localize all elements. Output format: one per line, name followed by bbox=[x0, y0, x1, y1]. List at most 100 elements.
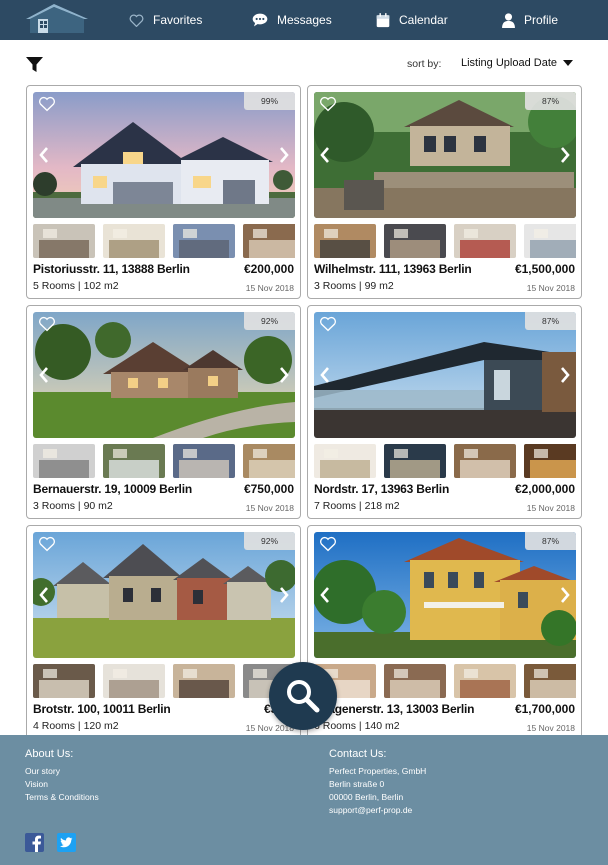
listing-thumbnail[interactable] bbox=[524, 444, 576, 478]
listing-thumbnail[interactable] bbox=[384, 444, 446, 478]
chevron-right-icon[interactable] bbox=[278, 586, 290, 604]
listing-address: Nordstr. 17, 13963 Berlin bbox=[314, 482, 450, 496]
listing-address: nhagenerstr. 13, 13003 Berlin bbox=[314, 702, 475, 716]
nav-calendar[interactable]: Calendar bbox=[376, 0, 448, 40]
listing-thumbnail[interactable] bbox=[173, 444, 235, 478]
caret-down-icon bbox=[563, 60, 574, 66]
listing-card[interactable]: 87% Nordstr. 17, 13963 Berlin €2,000,000… bbox=[307, 305, 582, 519]
nav-favorites[interactable]: Favorites bbox=[129, 0, 202, 40]
listing-thumbnail[interactable] bbox=[314, 444, 376, 478]
nav-messages-label: Messages bbox=[277, 13, 332, 27]
heart-icon[interactable] bbox=[319, 316, 337, 332]
listing-card[interactable]: 87% nhagenerstr. 13, 13003 Berlin €1,700… bbox=[307, 525, 582, 739]
footer: About Us: Our story Vision Terms & Condi… bbox=[0, 735, 608, 865]
about-title: About Us: bbox=[25, 748, 74, 760]
listing-thumbnail[interactable] bbox=[103, 444, 165, 478]
listing-thumbnail[interactable] bbox=[103, 664, 165, 698]
listing-price: €750,000 bbox=[243, 482, 294, 496]
thumbnail-strip bbox=[314, 224, 576, 258]
contact-email[interactable]: support@perf-prop.de bbox=[329, 804, 412, 817]
listing-thumbnail[interactable] bbox=[524, 224, 576, 258]
heart-icon[interactable] bbox=[38, 536, 56, 552]
listing-card[interactable]: 92% Bernauerstr. 19, 10009 Berlin €750,0… bbox=[26, 305, 301, 519]
listing-price: €2,000,000 bbox=[514, 482, 575, 496]
chevron-left-icon[interactable] bbox=[38, 146, 50, 164]
listing-thumbnail[interactable] bbox=[33, 444, 95, 478]
contact-title: Contact Us: bbox=[329, 748, 387, 760]
contact-city: 00000 Berlin, Berlin bbox=[329, 792, 404, 802]
nav-profile-label: Profile bbox=[524, 13, 559, 27]
chevron-left-icon[interactable] bbox=[38, 366, 50, 384]
chevron-left-icon[interactable] bbox=[319, 586, 331, 604]
person-icon bbox=[502, 12, 515, 28]
sort-label: sort by: bbox=[407, 58, 442, 70]
match-score-badge: 92% bbox=[244, 532, 295, 550]
heart-icon[interactable] bbox=[38, 316, 56, 332]
thumbnail-strip bbox=[314, 444, 576, 478]
listing-card[interactable]: 92% Brotstr. 100, 10011 Berlin €320, 4 R… bbox=[26, 525, 301, 739]
listing-thumbnail[interactable] bbox=[173, 664, 235, 698]
chevron-right-icon[interactable] bbox=[278, 146, 290, 164]
heart-icon[interactable] bbox=[319, 96, 337, 112]
chevron-right-icon[interactable] bbox=[559, 146, 571, 164]
listing-thumbnail[interactable] bbox=[524, 664, 576, 698]
thumbnail-strip bbox=[33, 224, 295, 258]
listing-thumbnail[interactable] bbox=[243, 444, 295, 478]
listing-thumbnail[interactable] bbox=[314, 224, 376, 258]
heart-icon[interactable] bbox=[319, 536, 337, 552]
match-score-badge: 87% bbox=[525, 312, 576, 330]
chevron-left-icon[interactable] bbox=[38, 586, 50, 604]
about-link-vision[interactable]: Vision bbox=[25, 778, 48, 791]
chevron-right-icon[interactable] bbox=[278, 366, 290, 384]
listing-thumbnail[interactable] bbox=[454, 224, 516, 258]
nav-profile[interactable]: Profile bbox=[502, 0, 558, 40]
listing-address: Bernauerstr. 19, 10009 Berlin bbox=[33, 482, 192, 496]
listing-thumbnail[interactable] bbox=[103, 224, 165, 258]
twitter-icon[interactable] bbox=[57, 833, 76, 852]
listing-photo[interactable]: 87% bbox=[314, 532, 576, 658]
listing-photo[interactable]: 87% bbox=[314, 92, 576, 218]
listing-date: 15 Nov 2018 bbox=[526, 503, 575, 513]
listing-thumbnail[interactable] bbox=[33, 664, 95, 698]
listing-thumbnail[interactable] bbox=[454, 664, 516, 698]
heart-icon bbox=[129, 14, 144, 27]
chevron-right-icon[interactable] bbox=[559, 366, 571, 384]
nav-calendar-label: Calendar bbox=[399, 13, 448, 27]
listing-thumbnail[interactable] bbox=[243, 224, 295, 258]
chevron-left-icon[interactable] bbox=[319, 366, 331, 384]
listing-photo[interactable]: 99% bbox=[33, 92, 295, 218]
listing-card[interactable]: 99% Pistoriusstr. 11, 13888 Berlin €200,… bbox=[26, 85, 301, 299]
about-link-story[interactable]: Our story bbox=[25, 765, 60, 778]
listing-thumbnail[interactable] bbox=[384, 224, 446, 258]
listing-date: 15 Nov 2018 bbox=[526, 723, 575, 733]
listing-thumbnail[interactable] bbox=[384, 664, 446, 698]
listing-photo[interactable]: 87% bbox=[314, 312, 576, 438]
listing-thumbnail[interactable] bbox=[454, 444, 516, 478]
chevron-left-icon[interactable] bbox=[319, 146, 331, 164]
filter-icon[interactable] bbox=[26, 57, 43, 73]
listing-thumbnail[interactable] bbox=[173, 224, 235, 258]
listing-rooms-size: 3 Rooms | 90 m2 bbox=[33, 500, 113, 512]
listing-thumbnail[interactable] bbox=[33, 224, 95, 258]
listing-price: €200,000 bbox=[243, 262, 294, 276]
sort-dropdown[interactable]: Listing Upload Date bbox=[461, 57, 574, 69]
listing-card[interactable]: 87% Wilhelmstr. 111, 13963 Berlin €1,500… bbox=[307, 85, 582, 299]
house-logo[interactable] bbox=[24, 3, 90, 33]
listing-photo[interactable]: 92% bbox=[33, 532, 295, 658]
heart-icon[interactable] bbox=[38, 96, 56, 112]
listing-date: 15 Nov 2018 bbox=[245, 503, 294, 513]
search-icon bbox=[287, 680, 320, 713]
listing-address: Brotstr. 100, 10011 Berlin bbox=[33, 702, 171, 716]
about-link-terms[interactable]: Terms & Conditions bbox=[25, 791, 99, 804]
listing-rooms-size: 5 Rooms | 102 m2 bbox=[33, 280, 119, 292]
nav-messages[interactable]: Messages bbox=[252, 0, 332, 40]
listing-rooms-size: 6 Rooms | 140 m2 bbox=[314, 720, 400, 732]
listing-photo[interactable]: 92% bbox=[33, 312, 295, 438]
search-button[interactable] bbox=[269, 662, 337, 730]
top-navigation: Favorites Messages Calendar Profile bbox=[0, 0, 608, 40]
facebook-icon[interactable] bbox=[25, 833, 44, 852]
thumbnail-strip bbox=[33, 664, 295, 698]
chevron-right-icon[interactable] bbox=[559, 586, 571, 604]
sort-value: Listing Upload Date bbox=[461, 57, 558, 69]
match-score-badge: 87% bbox=[525, 92, 576, 110]
